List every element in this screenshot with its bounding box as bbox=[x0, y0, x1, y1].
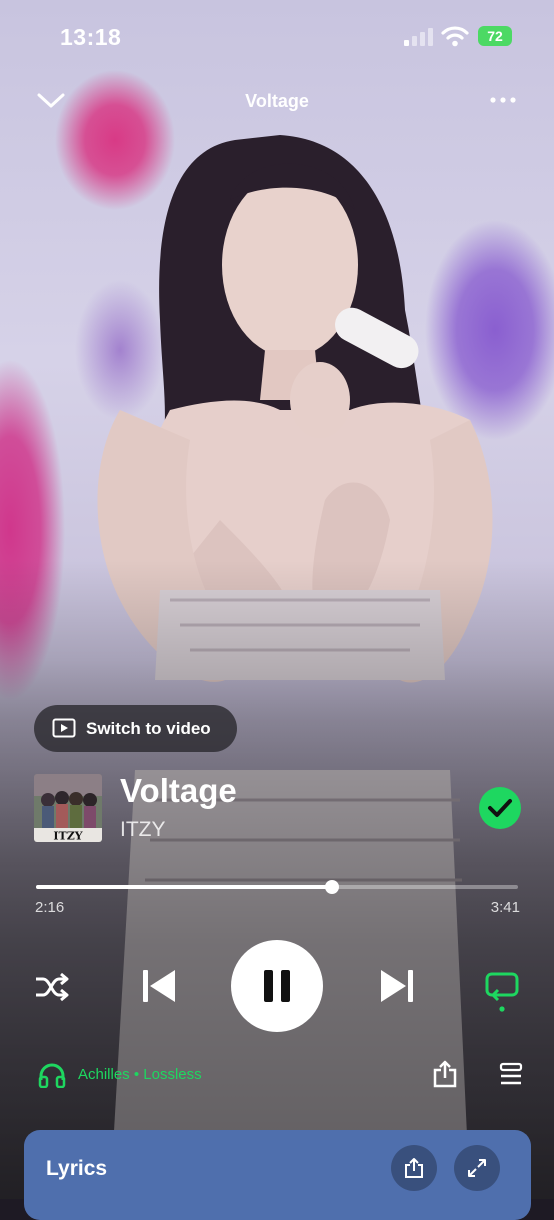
queue-icon[interactable] bbox=[498, 1062, 524, 1086]
lyrics-expand-button[interactable] bbox=[454, 1145, 500, 1191]
cellular-signal-icon bbox=[404, 28, 433, 46]
share-icon[interactable] bbox=[432, 1060, 458, 1088]
track-title: Voltage bbox=[120, 772, 237, 809]
pause-button[interactable] bbox=[231, 940, 323, 1032]
device-label: Achilles • Lossless bbox=[78, 1066, 202, 1083]
status-bar: 13:18 72 bbox=[0, 0, 554, 70]
switch-to-video-button[interactable]: Switch to video bbox=[34, 705, 237, 752]
progress-fill bbox=[36, 885, 333, 889]
expand-icon bbox=[468, 1159, 486, 1177]
more-icon[interactable] bbox=[488, 88, 518, 112]
lyrics-share-button[interactable] bbox=[391, 1145, 437, 1191]
total-time: 3:41 bbox=[490, 899, 520, 916]
elapsed-time: 2:16 bbox=[35, 899, 65, 916]
status-time: 13:18 bbox=[60, 24, 122, 50]
check-icon[interactable] bbox=[478, 786, 522, 830]
progress-thumb[interactable] bbox=[325, 880, 340, 894]
player-header: Voltage bbox=[0, 80, 554, 124]
shuffle-icon[interactable] bbox=[34, 970, 70, 1004]
next-icon[interactable] bbox=[378, 966, 416, 1006]
lyrics-card[interactable]: Lyrics bbox=[24, 1130, 531, 1220]
album-art-text: ITZY bbox=[53, 830, 82, 843]
album-art[interactable]: ITZY bbox=[34, 774, 102, 842]
track-artist[interactable]: ITZY bbox=[120, 818, 166, 842]
progress-slider[interactable] bbox=[36, 880, 518, 894]
wifi-icon bbox=[441, 26, 469, 47]
header-title: Voltage bbox=[245, 91, 309, 111]
pause-icon bbox=[264, 970, 290, 1002]
headphones-icon bbox=[38, 1063, 66, 1088]
share-icon bbox=[405, 1158, 423, 1178]
switch-to-video-label: Switch to video bbox=[86, 719, 211, 738]
video-icon bbox=[52, 718, 76, 738]
previous-icon[interactable] bbox=[140, 966, 178, 1006]
battery-indicator: 72 bbox=[478, 26, 512, 46]
repeat-icon[interactable] bbox=[484, 968, 520, 1014]
lyrics-title: Lyrics bbox=[46, 1157, 108, 1180]
